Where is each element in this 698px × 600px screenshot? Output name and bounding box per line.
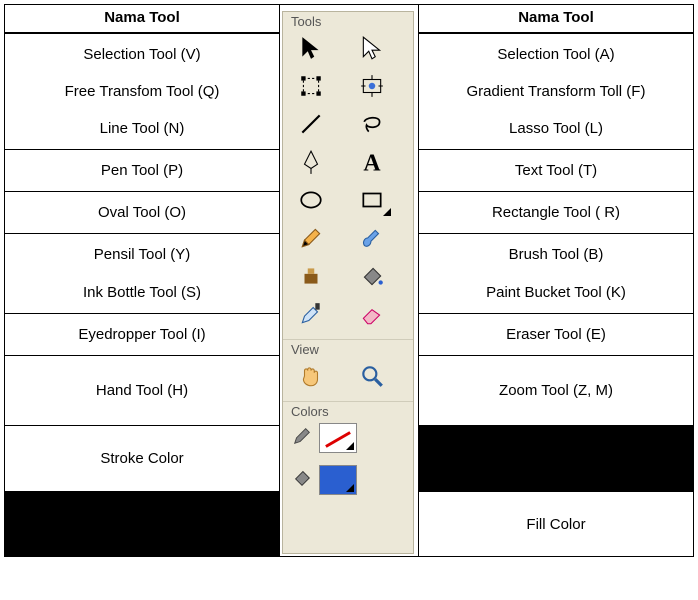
label-free-transform-q: Free Transfom Tool (Q) [65, 83, 220, 100]
eyedropper-icon [298, 301, 324, 331]
label-selection-a: Selection Tool (A) [497, 46, 614, 63]
label-brush-b: Brush Tool (B) [509, 246, 604, 263]
svg-text:A: A [363, 151, 381, 175]
gradient-transform-icon [359, 73, 385, 103]
tools-panel: Tools A View [282, 11, 414, 554]
fill-bucket-icon [291, 467, 313, 493]
paint-bucket-tool[interactable] [350, 261, 394, 295]
right-group-4: Brush Tool (B) Paint Bucket Tool (K) [419, 234, 693, 314]
free-transform-icon [298, 73, 324, 103]
label-zoom-zm: Zoom Tool (Z, M) [419, 356, 693, 426]
lasso-icon [359, 111, 385, 141]
pencil-icon [298, 225, 324, 255]
gradient-transform-tool[interactable] [350, 71, 394, 105]
eraser-icon [359, 301, 385, 331]
paint-bucket-icon [359, 263, 385, 293]
ink-bottle-icon [298, 263, 324, 293]
oval-icon [298, 187, 324, 217]
label-lasso-l: Lasso Tool (L) [509, 120, 603, 137]
arrow-white-icon [359, 35, 385, 65]
brush-tool[interactable] [350, 223, 394, 257]
view-grid [283, 357, 413, 401]
left-column: Nama Tool Selection Tool (V) Free Transf… [5, 5, 279, 556]
left-header: Nama Tool [5, 5, 279, 34]
label-eraser-e: Eraser Tool (E) [419, 314, 693, 356]
rectangle-tool[interactable] [350, 185, 394, 219]
section-label-view: View [283, 339, 413, 357]
hand-tool[interactable] [289, 361, 333, 395]
fill-color-row [283, 461, 413, 503]
toolbox-column: Tools A View [279, 5, 419, 556]
line-icon [298, 111, 324, 141]
eyedropper-tool[interactable] [289, 299, 333, 333]
label-fill-color: Fill Color [419, 492, 693, 556]
ink-bottle-tool[interactable] [289, 261, 333, 295]
label-pencil-y: Pensil Tool (Y) [94, 246, 190, 263]
right-header: Nama Tool [419, 5, 693, 34]
stroke-pencil-icon [291, 425, 313, 451]
selection-tool[interactable] [289, 33, 333, 67]
label-line-n: Line Tool (N) [100, 120, 185, 137]
text-icon: A [359, 149, 385, 179]
tool-reference-table: Nama Tool Selection Tool (V) Free Transf… [4, 4, 694, 557]
label-eyedropper-i: Eyedropper Tool (I) [5, 314, 279, 356]
pencil-tool[interactable] [289, 223, 333, 257]
right-column: Nama Tool Selection Tool (A) Gradient Tr… [419, 5, 693, 556]
label-hand-h: Hand Tool (H) [5, 356, 279, 426]
fill-color-swatch[interactable] [319, 465, 357, 495]
label-text-t: Text Tool (T) [419, 150, 693, 192]
line-tool[interactable] [289, 109, 333, 143]
stroke-color-swatch[interactable] [319, 423, 357, 453]
left-group-4: Pensil Tool (Y) Ink Bottle Tool (S) [5, 234, 279, 314]
label-paint-bucket-k: Paint Bucket Tool (K) [486, 284, 626, 301]
pen-tool[interactable] [289, 147, 333, 181]
label-selection-v: Selection Tool (V) [83, 46, 200, 63]
label-gradient-transform-f: Gradient Transform Toll (F) [467, 83, 646, 100]
label-rectangle-r: Rectangle Tool ( R) [419, 192, 693, 234]
label-oval-o: Oval Tool (O) [5, 192, 279, 234]
free-transform-tool[interactable] [289, 71, 333, 105]
label-stroke-color: Stroke Color [5, 426, 279, 492]
eraser-tool[interactable] [350, 299, 394, 333]
subselection-tool[interactable] [350, 33, 394, 67]
stroke-color-row [283, 419, 413, 461]
zoom-tool[interactable] [350, 361, 394, 395]
text-tool[interactable]: A [350, 147, 394, 181]
left-black-cell [5, 492, 279, 556]
brush-icon [359, 225, 385, 255]
section-label-tools: Tools [283, 12, 413, 29]
left-group-1: Selection Tool (V) Free Transfom Tool (Q… [5, 34, 279, 150]
label-ink-bottle-s: Ink Bottle Tool (S) [83, 284, 201, 301]
rectangle-icon [359, 187, 385, 217]
arrow-black-icon [298, 35, 324, 65]
right-black-cell [419, 426, 693, 492]
pen-icon [298, 149, 324, 179]
lasso-tool[interactable] [350, 109, 394, 143]
hand-icon [298, 363, 324, 393]
oval-tool[interactable] [289, 185, 333, 219]
zoom-icon [359, 363, 385, 393]
label-pen-p: Pen Tool (P) [5, 150, 279, 192]
tools-grid: A [283, 29, 413, 339]
right-group-1: Selection Tool (A) Gradient Transform To… [419, 34, 693, 150]
section-label-colors: Colors [283, 401, 413, 419]
